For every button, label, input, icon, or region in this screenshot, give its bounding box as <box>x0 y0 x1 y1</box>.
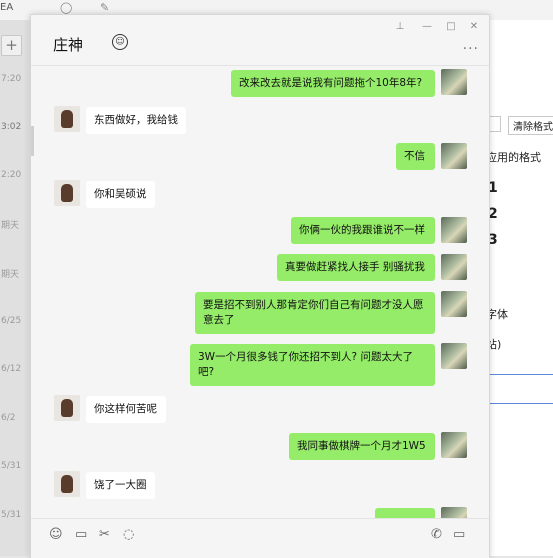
list-time: 2:20 <box>1 170 22 180</box>
chat-title: 庄神 <box>53 36 84 54</box>
title-emoji-icon: ☺ <box>112 34 128 50</box>
message-bubble-self[interactable]: 不信 <box>396 143 435 170</box>
chat-header: 庄神 ☺ ⊥ — □ ✕ ··· <box>31 15 489 66</box>
message-bubble-self[interactable]: 真要做赶紧找人接手 别骚扰我 <box>277 254 435 281</box>
emoji-icon[interactable]: ☺ <box>49 527 63 542</box>
list-time: 6/12 <box>1 364 22 374</box>
chat-bubble-icon[interactable]: ◌ <box>123 527 134 542</box>
more-icon[interactable]: ··· <box>463 41 479 57</box>
self-avatar[interactable] <box>441 432 467 458</box>
message-list[interactable]: 改来改去就是说我有问题拖个10年8年? 东西做好，我给钱 不信 你和吴硕说 你俩… <box>31 66 489 518</box>
list-time: 期天 <box>1 270 20 280</box>
message-bubble-self[interactable]: 3W一个月很多钱了你还招不到人? 问题太大了吧? <box>190 344 435 386</box>
background-chat-list: 7:20 3:02 2:20 期天 期天 6/25 6/12 6/2 5/31 … <box>0 20 28 556</box>
message-bubble-self[interactable]: 要是招不到别人那肯定你们自己有问题才没人愿意去了 <box>195 292 435 334</box>
message-bubble-self[interactable]: 改来改去就是说我有问题拖个10年8年? <box>231 70 435 97</box>
phone-icon[interactable]: ✆ <box>431 527 442 542</box>
contact-avatar[interactable] <box>54 395 80 421</box>
message-bubble-self[interactable]: 我同事做棋牌一个月才1W5 <box>289 433 435 460</box>
search-icon: ◯ <box>60 1 73 14</box>
message-bubble-self[interactable] <box>375 508 435 518</box>
message-bubble-other[interactable]: 东西做好，我给钱 <box>86 107 186 134</box>
close-icon[interactable]: ✕ <box>466 21 482 32</box>
list-time: 5/31 <box>1 461 22 471</box>
self-avatar[interactable] <box>441 69 467 95</box>
list-time: 5/31 <box>1 510 22 520</box>
maximize-icon[interactable]: □ <box>443 21 459 32</box>
input-toolbar: ☺ ▭ ✂ ◌ ✆ ▭ <box>31 518 489 558</box>
folder-icon[interactable]: ▭ <box>75 527 87 542</box>
clear-format-button[interactable]: 清除格式 <box>508 116 553 135</box>
minimize-icon[interactable]: — <box>419 21 435 32</box>
scrollbar[interactable] <box>31 126 34 156</box>
list-time: 6/2 <box>1 413 16 423</box>
contact-avatar[interactable] <box>54 471 80 497</box>
self-avatar[interactable] <box>441 143 467 169</box>
pin-icon[interactable]: ⊥ <box>392 21 408 32</box>
message-bubble-self[interactable]: 你俩一伙的我跟谁说不一样 <box>291 217 435 244</box>
message-bubble-other[interactable]: 饶了一大圈 <box>86 472 155 499</box>
self-avatar[interactable] <box>441 217 467 243</box>
chat-window: 庄神 ☺ ⊥ — □ ✕ ··· 改来改去就是说我有问题拖个10年8年? 东西做… <box>30 14 490 558</box>
self-avatar[interactable] <box>441 343 467 369</box>
contact-avatar[interactable] <box>54 106 80 132</box>
message-bubble-other[interactable]: 你和吴硕说 <box>86 181 155 208</box>
video-icon[interactable]: ▭ <box>453 527 465 542</box>
self-avatar[interactable] <box>441 507 467 518</box>
applied-format-label: 应用的格式 <box>486 151 541 164</box>
topbar-fragment: EA <box>0 2 14 13</box>
scissors-icon[interactable]: ✂ <box>99 527 110 542</box>
message-bubble-other[interactable]: 你这样何苦呢 <box>86 396 166 423</box>
highlight-box <box>486 374 553 404</box>
self-avatar[interactable] <box>441 291 467 317</box>
add-button[interactable]: + <box>1 35 22 56</box>
edit-icon: ✎ <box>100 1 110 14</box>
contact-avatar[interactable] <box>54 180 80 206</box>
background-right-panel: 清除格式 应用的格式 1 2 3 字体 站) <box>486 20 553 556</box>
list-time: 期天 <box>1 221 20 231</box>
self-avatar[interactable] <box>441 254 467 280</box>
list-time: 7:20 <box>1 74 22 84</box>
list-time: 6/25 <box>1 316 22 326</box>
list-time: 3:02 <box>1 122 22 132</box>
